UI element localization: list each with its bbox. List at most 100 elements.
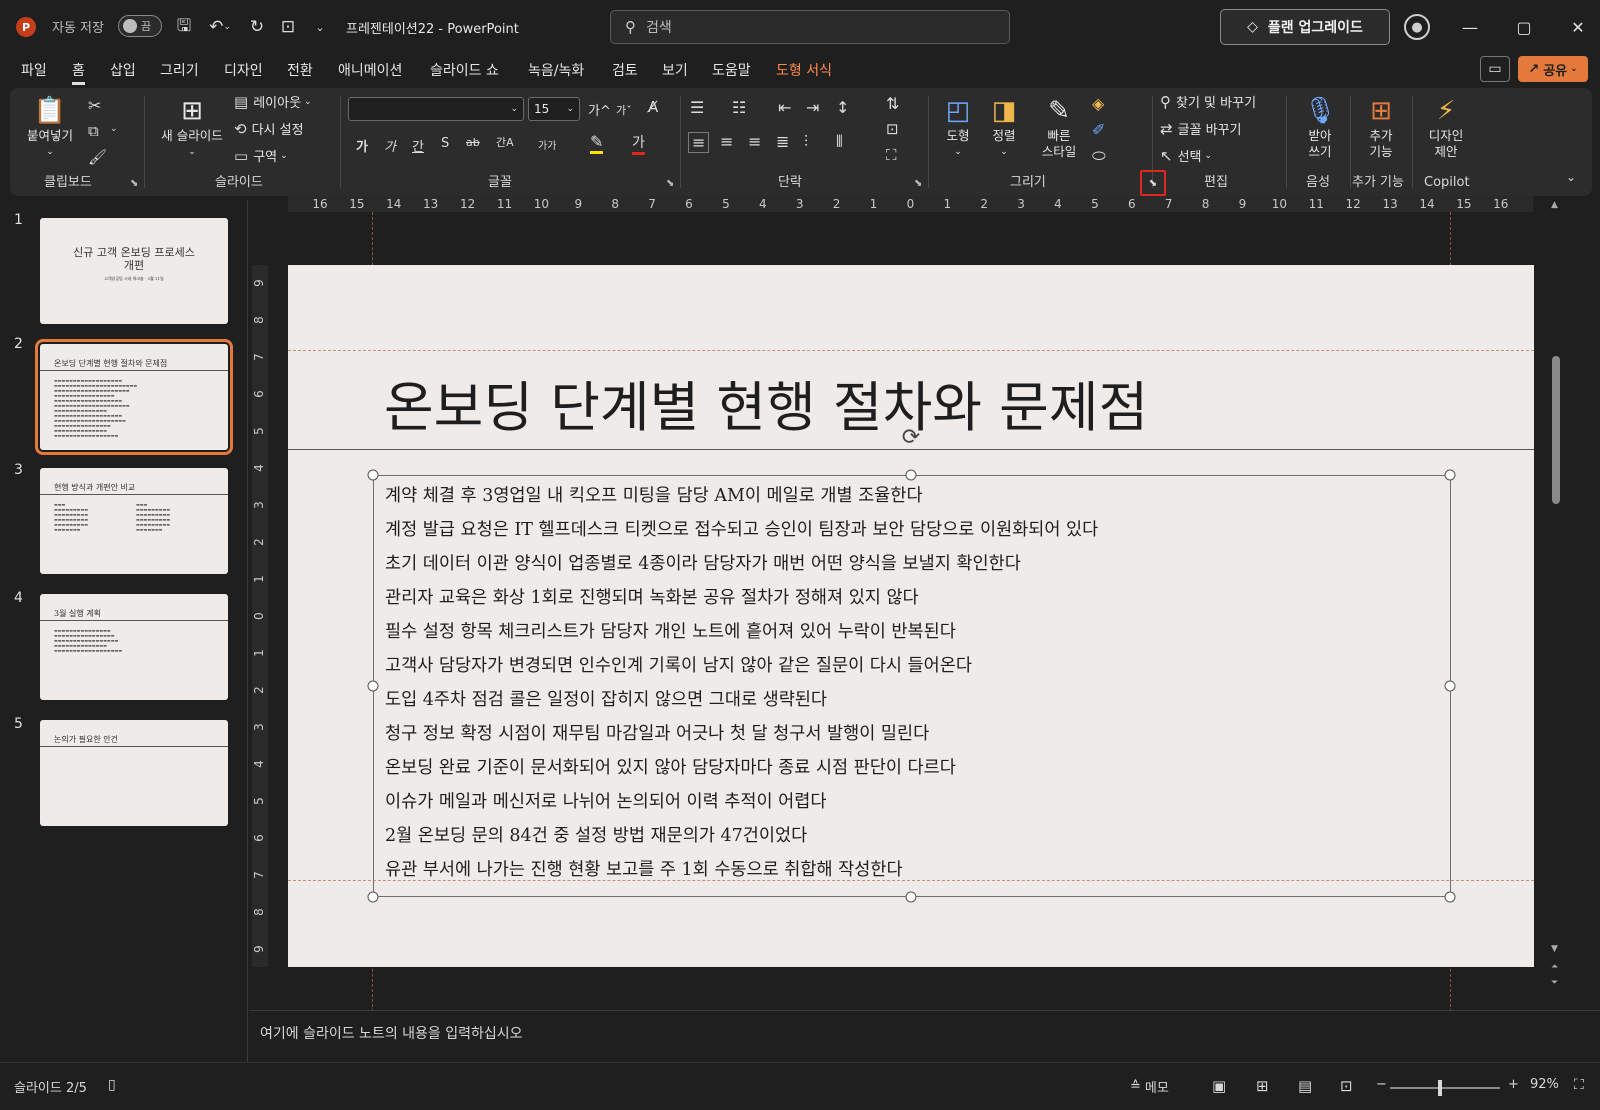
zoom-level[interactable]: 92% <box>1530 1077 1559 1092</box>
tab-design[interactable]: 디자인 <box>224 60 263 80</box>
font-color-icon[interactable]: 가 <box>632 132 645 155</box>
tab-transitions[interactable]: 전환 <box>287 60 313 80</box>
body-line[interactable]: 계정 발급 요청은 IT 헬프데스크 티켓으로 접수되고 승인이 팀장과 보안 … <box>385 516 1098 541</box>
body-line[interactable]: 계약 체결 후 3영업일 내 킥오프 미팅을 담당 AM이 메일로 개별 조율한… <box>385 482 923 507</box>
vertical-scrollbar[interactable] <box>1552 356 1560 504</box>
resize-handle[interactable] <box>367 891 379 903</box>
zoom-out-icon[interactable]: − <box>1376 1077 1387 1092</box>
align-center-icon[interactable]: ≡ <box>720 132 733 151</box>
replace-font-button[interactable]: ⇄ 글꼴 바꾸기 <box>1160 119 1242 139</box>
bold-icon[interactable]: 가 <box>356 136 368 155</box>
redo-icon[interactable]: ↻ <box>245 15 269 39</box>
undo-icon[interactable]: ↶ ⌄ <box>202 15 238 39</box>
tab-view[interactable]: 보기 <box>662 60 688 80</box>
tab-animations[interactable]: 애니메이션 <box>338 60 402 80</box>
justify-icon[interactable]: ≣ <box>776 132 789 151</box>
tab-file[interactable]: 파일 <box>21 60 47 80</box>
slide-thumbnail-5[interactable]: 논의가 필요한 안건 <box>40 720 228 826</box>
body-line[interactable]: 유관 부서에 나가는 진행 현황 보고를 주 1회 수동으로 취합해 작성한다 <box>385 856 903 881</box>
search-input[interactable]: ⚲ 검색 <box>610 10 1010 44</box>
format-painter-icon[interactable]: 🖌 <box>88 148 107 166</box>
zoom-slider-thumb[interactable] <box>1438 1080 1443 1096</box>
body-line[interactable]: 2월 온보딩 문의 84건 중 설정 방법 재문의가 47건이었다 <box>385 822 807 847</box>
body-text-box[interactable]: 계약 체결 후 3영업일 내 킥오프 미팅을 담당 AM이 메일로 개별 조율한… <box>373 475 1451 897</box>
drawing-launcher-icon[interactable]: ⬊ <box>1140 170 1166 196</box>
shape-fill-icon[interactable]: ◈ <box>1092 94 1104 113</box>
notes-button[interactable]: ≙ 메모 <box>1130 1077 1169 1096</box>
copy-dropdown-icon[interactable]: ⌄ <box>110 124 118 134</box>
arrange-button[interactable]: ◨ 정렬 ⌄ <box>982 94 1026 160</box>
char-spacing-icon[interactable]: 간A <box>496 134 514 150</box>
highlight-icon[interactable]: ✎ <box>590 132 604 154</box>
scroll-up-icon[interactable]: ▲ <box>1551 200 1558 210</box>
notes-pane[interactable]: 여기에 슬라이드 노트의 내용을 입력하십시오 <box>249 1010 1600 1062</box>
previous-slide-icon[interactable]: ⏶ <box>1551 962 1558 972</box>
shape-effects-icon[interactable]: ⬭ <box>1092 146 1106 166</box>
copy-icon[interactable]: ⧉ <box>88 122 99 140</box>
horizontal-ruler[interactable]: 16 15 14 13 12 11 10 9 8 7 6 5 4 3 2 1 0 1 2 3 4 5 6 7 8 9 10 11 12 1… <box>288 196 1533 212</box>
autosave-toggle[interactable]: 끔 <box>118 15 162 37</box>
tab-home[interactable]: 홈 <box>72 60 85 85</box>
shapes-button[interactable]: ◰ 도형 ⌄ <box>936 94 980 160</box>
strikethrough-icon[interactable]: ab <box>466 136 480 149</box>
close-icon[interactable]: ✕ <box>1563 14 1593 40</box>
increase-indent-icon[interactable]: ⇥ <box>806 98 819 117</box>
italic-icon[interactable]: 가 <box>384 136 396 155</box>
align-left-icon[interactable]: ≡ <box>688 132 710 153</box>
slide-thumbnail-3[interactable]: 현행 방식과 개편안 비교 ▬▬▬ ▬▬▬▬▬▬▬▬▬ ▬▬▬▬▬▬▬▬▬ ▬▬▬▬▬… <box>40 468 228 574</box>
slide-thumbnail-1[interactable]: 신규 고객 온보딩 프로세스 개편 고객성공팀 시내 워크숍 · 3월 11일 <box>40 218 228 324</box>
change-case-icon[interactable]: 가가 <box>538 137 556 152</box>
paragraph-launcher-icon[interactable]: ⬊ <box>914 178 922 189</box>
minimize-icon[interactable]: — <box>1455 14 1485 40</box>
shape-outline-icon[interactable]: ✐ <box>1092 120 1105 139</box>
font-size-select[interactable]: 15 ⌄ <box>528 97 580 121</box>
align-right-icon[interactable]: ≡ <box>748 132 761 151</box>
slide-sorter-icon[interactable]: ⊞ <box>1256 1077 1269 1095</box>
new-slide-button[interactable]: ⊞ 새 슬라이드 ⌄ <box>154 94 230 160</box>
addins-button[interactable]: ⊞ 추가 기능 <box>1356 94 1406 160</box>
body-line[interactable]: 관리자 교육은 화상 1회로 진행되며 녹화본 공유 절차가 정해져 있지 않다 <box>385 584 919 609</box>
slide-title[interactable]: 온보딩 단계별 현행 절차와 문제점 <box>384 363 1148 442</box>
body-line[interactable]: 도입 4주차 점검 콜은 일정이 잡히지 않으면 그대로 생략된다 <box>385 686 827 711</box>
dictate-button[interactable]: 🎙 받아 쓰기 <box>1294 94 1346 160</box>
designer-button[interactable]: ⚡ 디자인 제안 <box>1418 94 1474 160</box>
resize-handle[interactable] <box>1444 891 1456 903</box>
body-line[interactable]: 필수 설정 항목 체크리스트가 담당자 개인 노트에 흩어져 있어 누락이 반복… <box>385 618 956 643</box>
tab-draw[interactable]: 그리기 <box>160 60 199 80</box>
clipboard-launcher-icon[interactable]: ⬊ <box>130 178 138 189</box>
smartart-icon[interactable]: ⛶ <box>886 146 897 164</box>
resize-handle[interactable] <box>905 469 917 481</box>
vertical-ruler[interactable]: 9 8 7 6 5 4 3 2 1 0 1 2 3 4 5 6 7 8 9 <box>252 265 268 967</box>
tab-record[interactable]: 녹음/녹화 <box>528 60 584 80</box>
select-button[interactable]: ↖ 선택 ⌄ <box>1160 146 1212 166</box>
save-icon[interactable]: 🖫 <box>172 15 196 39</box>
next-slide-icon[interactable]: ⏷ <box>1551 978 1558 988</box>
grow-font-icon[interactable]: 가^ <box>588 100 611 119</box>
body-line[interactable]: 온보딩 완료 기준이 문서화되어 있지 않아 담당자마다 종료 시점 판단이 다… <box>385 754 956 779</box>
text-direction-icon[interactable]: ⇅ <box>886 94 899 113</box>
fit-to-window-icon[interactable]: ⛶ <box>1574 1077 1584 1093</box>
scroll-down-icon[interactable]: ▼ <box>1551 944 1558 954</box>
tab-shape-format[interactable]: 도형 서식 <box>776 60 832 80</box>
resize-handle[interactable] <box>367 680 379 692</box>
shadow-icon[interactable]: S <box>441 136 449 151</box>
reset-button[interactable]: ⟲ 다시 설정 <box>234 119 304 139</box>
resize-handle[interactable] <box>1444 469 1456 481</box>
normal-view-icon[interactable]: ▣ <box>1212 1077 1226 1095</box>
maximize-icon[interactable]: ▢ <box>1509 14 1539 40</box>
quick-styles-button[interactable]: ✎ 빠른 스타일 <box>1030 94 1088 160</box>
distributed-icon[interactable]: ⫶ <box>804 132 808 152</box>
body-line[interactable]: 초기 데이터 이관 양식이 업종별로 4종이라 담당자가 매번 어떤 양식을 보… <box>385 550 1021 575</box>
tab-review[interactable]: 검토 <box>612 60 638 80</box>
resize-handle[interactable] <box>1444 680 1456 692</box>
tab-help[interactable]: 도움말 <box>712 60 751 80</box>
reading-view-icon[interactable]: ▤ <box>1298 1077 1312 1095</box>
collapse-ribbon-icon[interactable]: ⌄ <box>1566 170 1576 184</box>
slide-thumbnail-4[interactable]: 3월 실행 계획 ▬▬▬▬▬▬▬▬▬▬▬▬▬▬▬ ▬▬▬▬▬▬▬▬▬▬▬▬▬▬▬▬… <box>40 594 228 700</box>
align-text-icon[interactable]: ⊡ <box>886 120 899 138</box>
shrink-font-icon[interactable]: 가ˇ <box>616 102 632 118</box>
paste-button[interactable]: 📋 붙여넣기 ⌄ <box>22 94 78 160</box>
rotate-handle-icon[interactable]: ⟳ <box>898 424 924 450</box>
body-line[interactable]: 고객사 담당자가 변경되면 인수인계 기록이 남지 않아 같은 질문이 다시 들… <box>385 652 972 677</box>
bullets-icon[interactable]: ☰ <box>690 98 704 117</box>
